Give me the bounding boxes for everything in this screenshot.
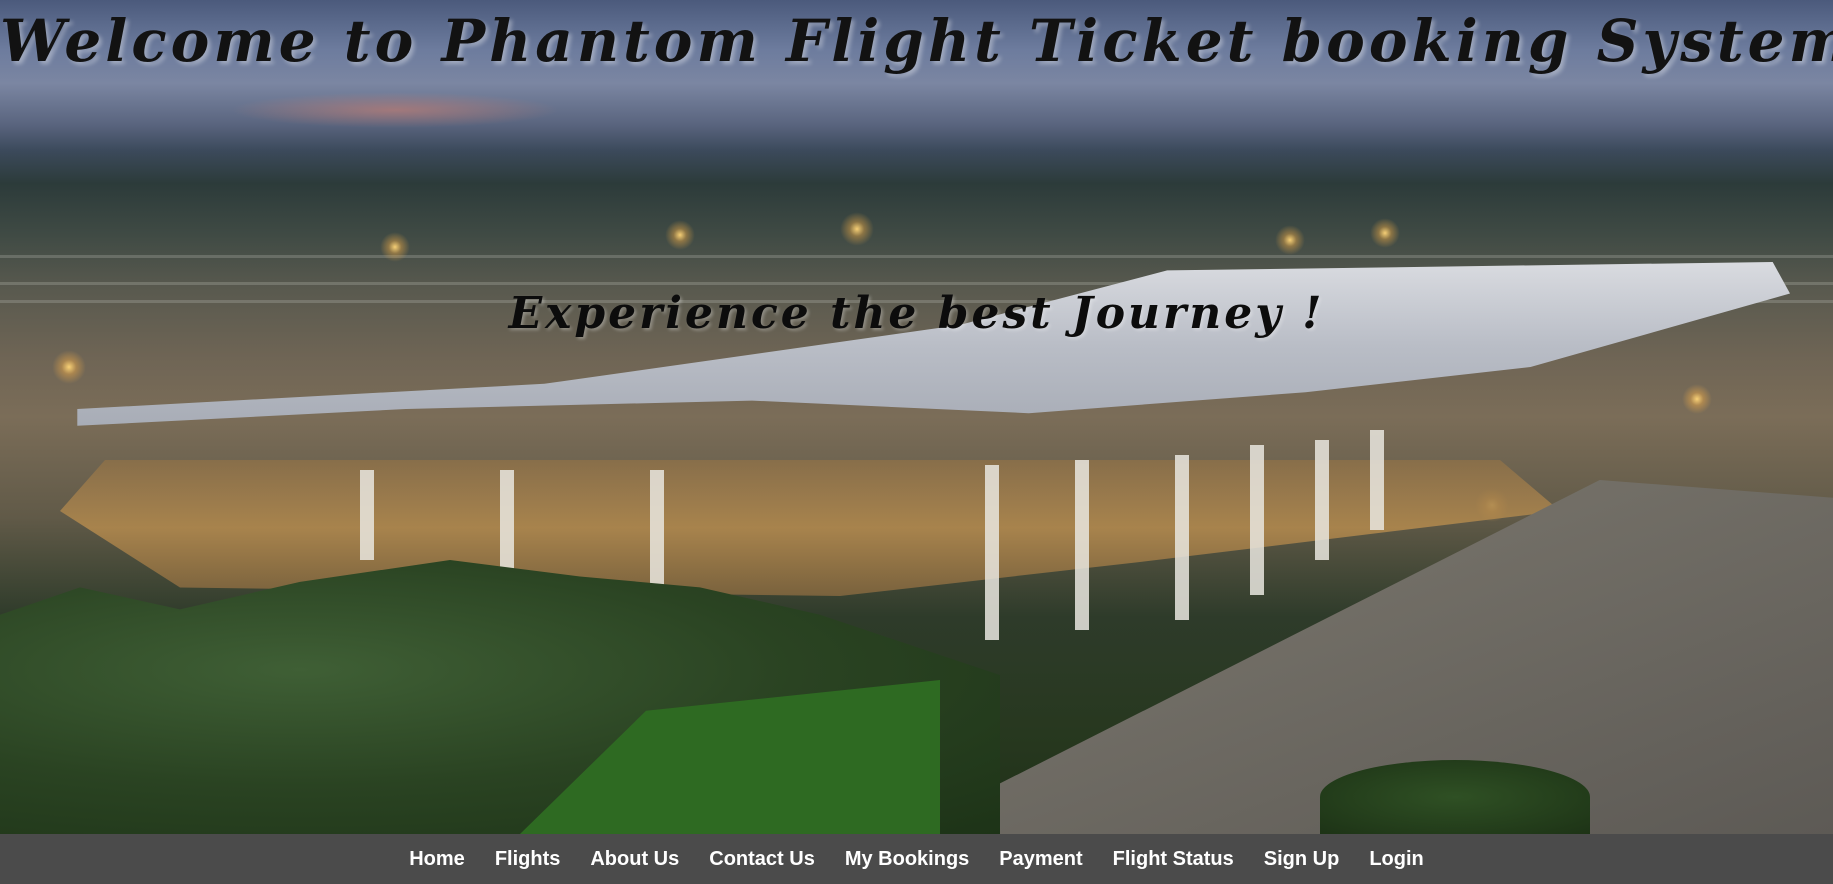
nav-sign-up-link[interactable]: Sign Up — [1249, 848, 1355, 871]
lamp-light — [1275, 225, 1305, 255]
lamp-light — [380, 232, 410, 262]
hero-background-airport-image: Welcome to Phantom Flight Ticket booking… — [0, 0, 1833, 834]
terminal-pillar — [1315, 440, 1329, 560]
lamp-light — [840, 212, 874, 246]
runway-line — [0, 255, 1833, 258]
tree-canopy-right — [1320, 760, 1590, 834]
nav-flight-status-link[interactable]: Flight Status — [1098, 848, 1249, 871]
lamp-light — [665, 220, 695, 250]
lamp-light — [1370, 218, 1400, 248]
nav-contact-link[interactable]: Contact Us — [694, 848, 830, 871]
nav-login-link[interactable]: Login — [1354, 848, 1438, 871]
terminal-pillar — [500, 470, 514, 580]
nav-home-link[interactable]: Home — [394, 848, 480, 871]
nav-my-bookings-link[interactable]: My Bookings — [830, 848, 984, 871]
bottom-navbar: Home Flights About Us Contact Us My Book… — [0, 834, 1833, 884]
terminal-pillar — [1075, 460, 1089, 630]
terminal-pillar — [1370, 430, 1384, 530]
page-title: Welcome to Phantom Flight Ticket booking… — [0, 7, 1833, 75]
terminal-pillar — [650, 470, 664, 595]
nav-payment-link[interactable]: Payment — [984, 848, 1097, 871]
lamp-light — [52, 350, 86, 384]
terminal-pillar — [985, 465, 999, 640]
terminal-pillar — [1175, 455, 1189, 620]
terminal-pillar — [360, 470, 374, 560]
sunset-cloud — [230, 92, 560, 128]
lamp-light — [1682, 384, 1712, 414]
tagline: Experience the best Journey ! — [508, 288, 1325, 339]
nav-flights-link[interactable]: Flights — [480, 848, 576, 871]
terminal-pillar — [1250, 445, 1264, 595]
nav-about-link[interactable]: About Us — [575, 848, 694, 871]
